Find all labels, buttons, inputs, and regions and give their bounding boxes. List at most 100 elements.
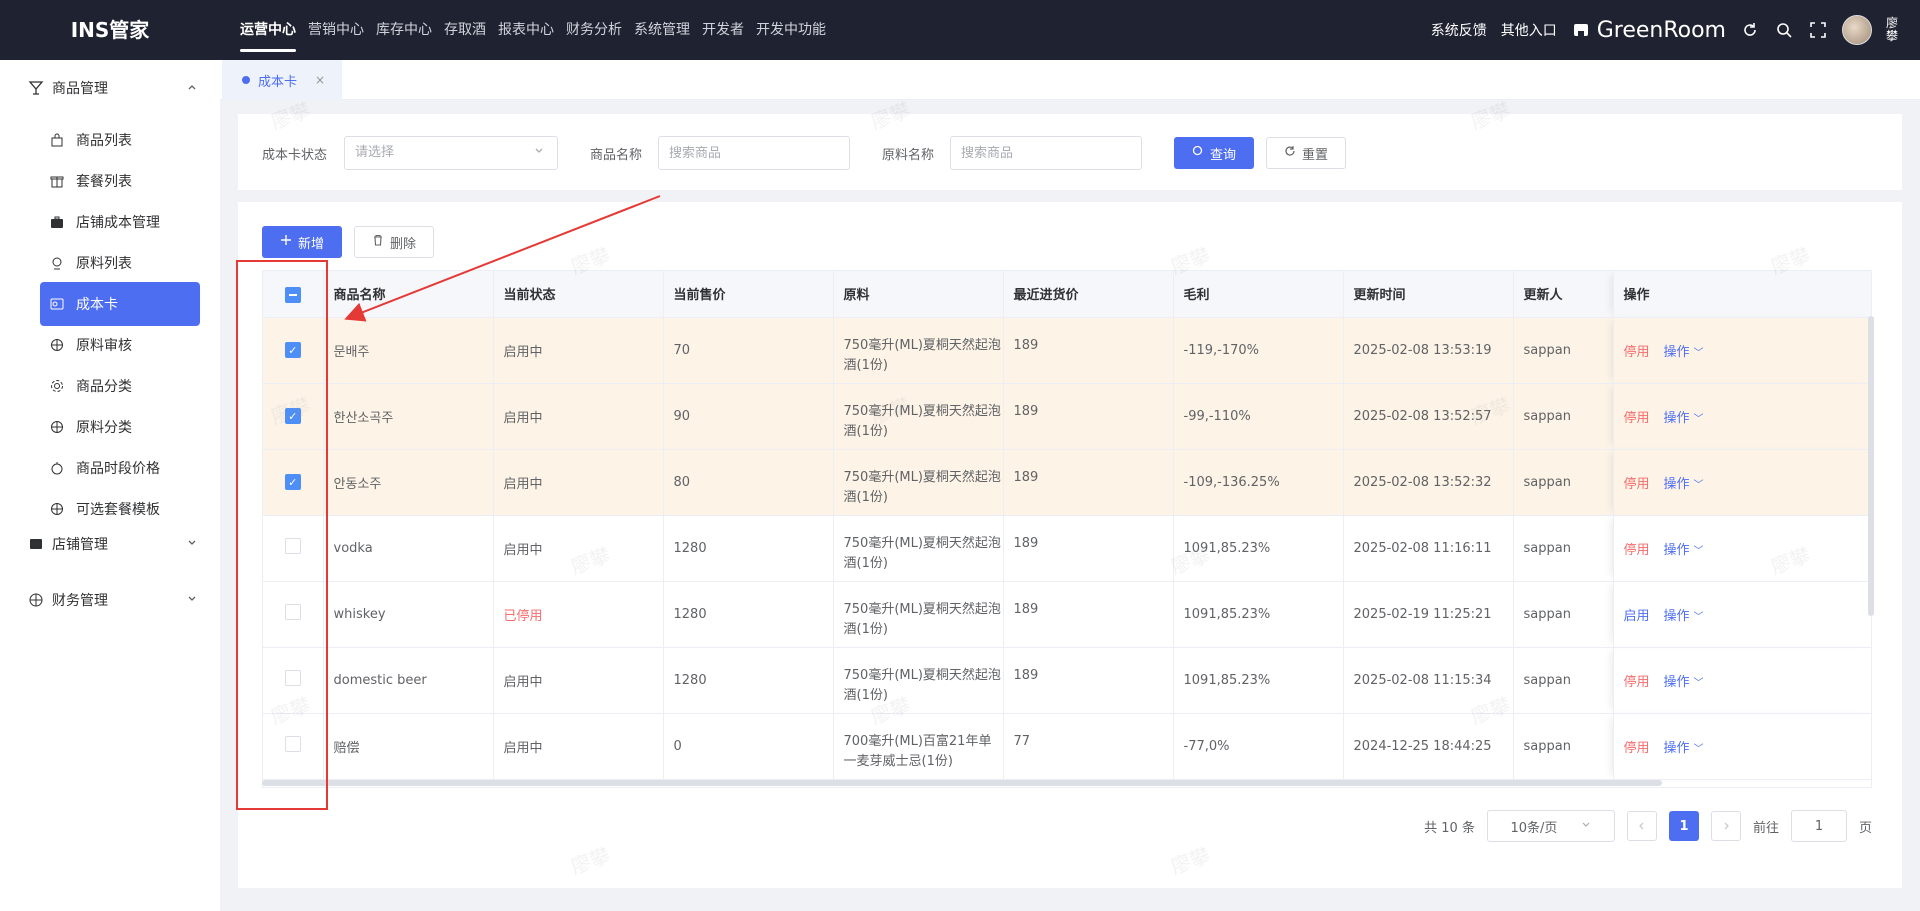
operations-dropdown[interactable]: 操作 ﹀ [1664, 741, 1704, 756]
sidebar-group-finance[interactable]: 财务管理 [0, 580, 220, 620]
row-checkbox[interactable] [284, 538, 301, 554]
page-size-select[interactable]: 10条/页 [1486, 810, 1615, 842]
search-icon[interactable] [1774, 20, 1794, 40]
enable-link[interactable]: 启用 [1624, 609, 1650, 624]
sidebar-item-time-price[interactable]: 商品时段价格 [40, 446, 200, 490]
operations-dropdown[interactable]: 操作 ﹀ [1664, 609, 1704, 624]
sidebar-item-store-cost[interactable]: 店铺成本管理 [40, 200, 200, 244]
row-checkbox[interactable]: ✓ [284, 408, 301, 424]
nav-operations[interactable]: 运营中心 [240, 0, 296, 60]
row-checkbox[interactable]: ✓ [284, 474, 301, 490]
operations-dropdown[interactable]: 操作 ﹀ [1664, 675, 1704, 690]
vertical-scrollbar[interactable] [1868, 316, 1874, 616]
operations-dropdown[interactable]: 操作 ﹀ [1664, 543, 1704, 558]
margin: 1091,85.23% [1173, 515, 1344, 582]
nav-inventory[interactable]: 库存中心 [376, 0, 432, 60]
product-search-input[interactable] [658, 136, 850, 170]
delete-button[interactable]: 删除 [354, 226, 434, 258]
prev-page-button[interactable] [1626, 811, 1657, 841]
disable-link[interactable]: 停用 [1624, 543, 1650, 558]
disable-link[interactable]: 停用 [1624, 345, 1650, 360]
sidebar-group-label: 商品管理 [52, 81, 108, 97]
table-row[interactable]: vodka 启用中 1280 750毫升(ML)夏桐天然起泡酒(1份) 189 … [263, 515, 1871, 582]
table-row[interactable]: 赔偿 启用中 0 700毫升(ML)百富21年单一麦芽威士忌(1份) 77 -7… [263, 713, 1871, 780]
avatar[interactable] [1842, 15, 1872, 45]
operations-dropdown[interactable]: 操作 ﹀ [1664, 345, 1704, 360]
chevron-down-icon: ﹀ [1693, 677, 1704, 689]
nav-finance[interactable]: 财务分析 [566, 0, 622, 60]
cost: 189 [1003, 515, 1174, 582]
product-name: 안동소주 [323, 449, 494, 516]
refresh-icon[interactable] [1740, 20, 1760, 40]
sidebar-group-store[interactable]: 店铺管理 [0, 524, 220, 564]
user-name[interactable]: 廖攀 [1886, 17, 1900, 43]
fullscreen-icon[interactable] [1808, 20, 1828, 40]
nav-in-development[interactable]: 开发中功能 [756, 0, 826, 60]
sidebar-item-product-category[interactable]: 商品分类 [40, 364, 200, 408]
actions-cell: 停用 操作 ﹀ [1613, 317, 1871, 384]
other-entry-link[interactable]: 其他入口 [1501, 20, 1557, 40]
sidebar-item-label: 可选套餐模板 [76, 502, 160, 518]
operations-label: 操作 [1663, 674, 1690, 690]
nav-reports[interactable]: 报表中心 [498, 0, 554, 60]
row-checkbox[interactable] [284, 736, 301, 752]
table-row[interactable]: ✓ 한산소곡주 启用中 90 750毫升(ML)夏桐天然起泡酒(1份) 189 … [263, 383, 1871, 450]
margin: -109,-136.25% [1173, 449, 1344, 516]
price: 1280 [663, 515, 834, 582]
gift-icon [50, 174, 66, 188]
actions-cell: 启用 操作 ﹀ [1613, 581, 1871, 648]
app-logo[interactable]: INS管家 [0, 0, 220, 60]
sidebar-item-cost-card[interactable]: 成本卡 [40, 282, 200, 326]
refresh-icon [1284, 145, 1296, 161]
table-row[interactable]: domestic beer 启用中 1280 750毫升(ML)夏桐天然起泡酒(… [263, 647, 1871, 714]
row-select-cell [263, 713, 324, 780]
nav-wine-storage[interactable]: 存取酒 [444, 0, 486, 60]
product-name: 문배주 [323, 317, 494, 384]
nav-developer[interactable]: 开发者 [702, 0, 744, 60]
sidebar-item-package-list[interactable]: 套餐列表 [40, 159, 200, 203]
close-icon[interactable]: × [315, 73, 325, 87]
reset-button[interactable]: 重置 [1266, 137, 1346, 169]
sidebar-item-material-review[interactable]: 原料审核 [40, 323, 200, 367]
row-checkbox[interactable] [284, 604, 301, 620]
sidebar-item-label: 原料列表 [76, 256, 132, 272]
nav-system[interactable]: 系统管理 [634, 0, 690, 60]
next-page-button[interactable] [1710, 811, 1741, 841]
disable-link[interactable]: 停用 [1624, 675, 1650, 690]
disable-link[interactable]: 停用 [1624, 477, 1650, 492]
status-select[interactable]: 请选择 [344, 136, 558, 170]
horizontal-scrollbar[interactable] [262, 780, 1662, 786]
table-row[interactable]: ✓ 안동소주 启用中 80 750毫升(ML)夏桐天然起泡酒(1份) 189 -… [263, 449, 1871, 516]
cost: 77 [1003, 713, 1174, 780]
status: 启用中 [493, 713, 664, 780]
pagination: 共 10 条 10条/页 1 前往 页 [1424, 810, 1872, 842]
disable-link[interactable]: 停用 [1624, 411, 1650, 426]
table-row[interactable]: whiskey 已停用 1280 750毫升(ML)夏桐天然起泡酒(1份) 18… [263, 581, 1871, 648]
table-row[interactable]: ✓ 문배주 启用中 70 750毫升(ML)夏桐天然起泡酒(1份) 189 -1… [263, 317, 1871, 384]
sidebar-item-product-list[interactable]: 商品列表 [40, 118, 200, 162]
row-checkbox[interactable] [284, 670, 301, 686]
select-all-checkbox[interactable] [284, 286, 301, 303]
feedback-link[interactable]: 系统反馈 [1431, 20, 1487, 40]
chevron-down-icon: ﹀ [1693, 347, 1704, 359]
nav-marketing[interactable]: 营销中心 [308, 0, 364, 60]
sidebar-group-goods[interactable]: 商品管理 [0, 68, 220, 108]
operations-dropdown[interactable]: 操作 ﹀ [1664, 411, 1704, 426]
sidebar-item-material-list[interactable]: 原料列表 [40, 241, 200, 285]
material: 750毫升(ML)夏桐天然起泡酒(1份) [833, 383, 1004, 450]
actions-cell: 停用 操作 ﹀ [1613, 449, 1871, 516]
margin: -99,-110% [1173, 383, 1344, 450]
target-icon [50, 420, 66, 434]
operations-label: 操作 [1663, 608, 1690, 624]
material-search-input[interactable] [950, 136, 1142, 170]
page-number-current[interactable]: 1 [1668, 811, 1699, 841]
disable-link[interactable]: 停用 [1624, 741, 1650, 756]
store-switcher[interactable]: GreenRoom [1571, 18, 1726, 43]
query-button[interactable]: 查询 [1174, 137, 1254, 169]
operations-dropdown[interactable]: 操作 ﹀ [1664, 477, 1704, 492]
add-button[interactable]: 新增 [262, 226, 342, 258]
sidebar-item-material-category[interactable]: 原料分类 [40, 405, 200, 449]
goto-page-input[interactable] [1790, 810, 1847, 842]
tab-cost-card[interactable]: 成本卡 × [222, 60, 342, 100]
row-checkbox[interactable]: ✓ [284, 342, 301, 358]
